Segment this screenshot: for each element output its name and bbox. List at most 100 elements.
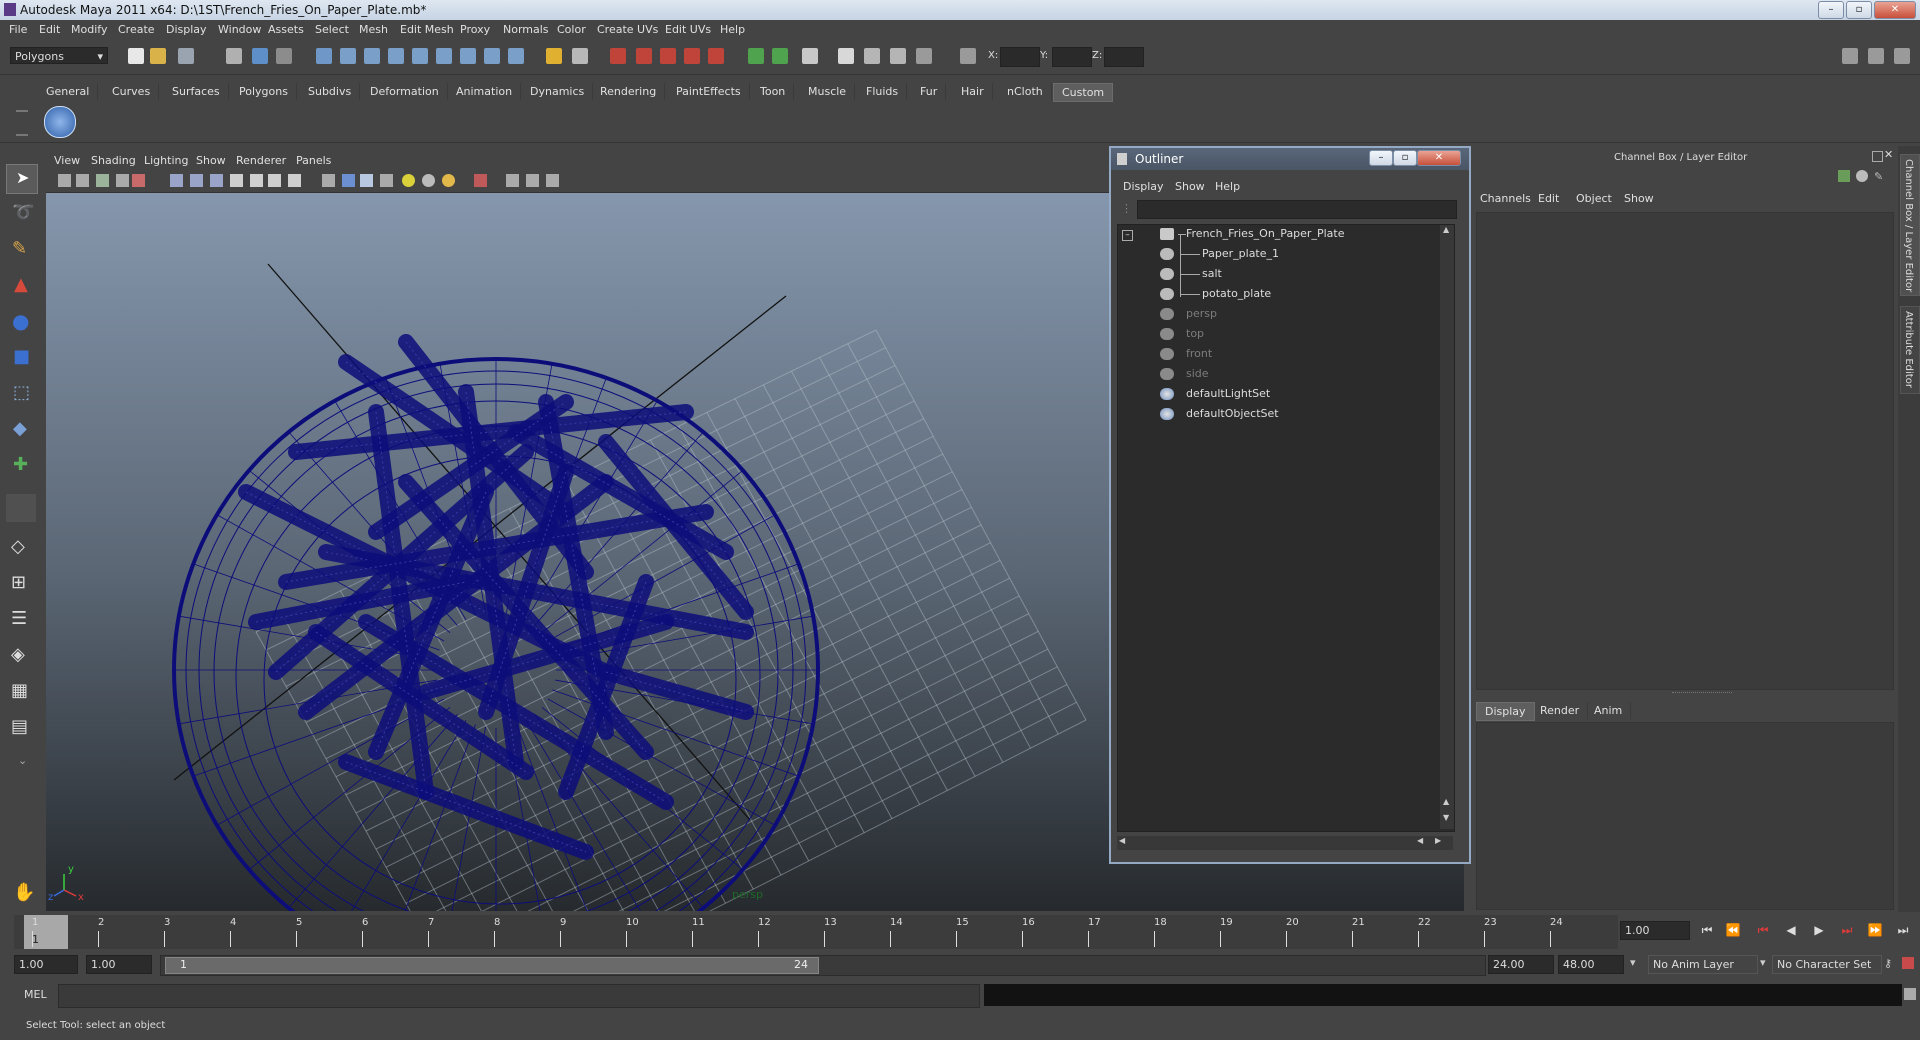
select-by-component-icon[interactable]: [276, 48, 292, 64]
select-rendering-icon[interactable]: [484, 48, 500, 64]
close-button[interactable]: ✕: [1874, 1, 1916, 19]
shelf-tab-curves[interactable]: Curves: [104, 83, 160, 100]
layer-tab-anim[interactable]: Anim: [1586, 702, 1632, 719]
collapse-toggle[interactable]: –: [1122, 225, 1136, 243]
scroll-down-icon[interactable]: ▼: [1443, 813, 1449, 822]
checker-icon[interactable]: [380, 174, 393, 187]
snap-curve-icon[interactable]: [636, 48, 652, 64]
snap-grid-icon[interactable]: [610, 48, 626, 64]
show-channel-box-icon[interactable]: [1894, 48, 1910, 64]
time-slider[interactable]: 1 1 2 3 4 5 6 7 8 9 10 11 12 13 14 15 16 17 18 19 20 21 22 23 2…: [0, 913, 1920, 951]
shelf-tab-muscle[interactable]: Muscle: [800, 83, 856, 100]
shelf-tab-general[interactable]: General: [38, 83, 99, 100]
show-menu[interactable]: Show: [1624, 192, 1654, 205]
play-forwards-icon[interactable]: ▶: [1810, 921, 1828, 939]
select-tool-icon[interactable]: ➤: [6, 164, 38, 194]
select-surface-icon[interactable]: [412, 48, 428, 64]
character-set-dropdown[interactable]: No Character Set: [1772, 955, 1882, 974]
shelf-tab-fur[interactable]: Fur: [912, 83, 947, 100]
outliner-item[interactable]: persp: [1160, 305, 1448, 323]
hud-icon[interactable]: [474, 174, 487, 187]
x-field[interactable]: [1000, 47, 1040, 67]
make-live-icon[interactable]: [708, 48, 724, 64]
go-to-start-icon[interactable]: ⏮: [1698, 921, 1716, 939]
panel-splitter[interactable]: [1672, 692, 1732, 696]
outliner-item[interactable]: salt: [1160, 265, 1448, 283]
outliner-menu-help[interactable]: Help: [1215, 180, 1240, 193]
render-view-icon[interactable]: [802, 48, 818, 64]
step-back-key-icon[interactable]: ⏮: [1754, 921, 1772, 939]
menu-mesh[interactable]: Mesh: [359, 23, 388, 36]
layer-tab-display[interactable]: Display: [1476, 702, 1535, 721]
checkmark-shelf-icon[interactable]: [44, 106, 76, 138]
select-misc-icon[interactable]: [508, 48, 524, 64]
snap-point-icon[interactable]: [660, 48, 676, 64]
outliner-item[interactable]: top: [1160, 325, 1448, 343]
current-time-field[interactable]: 1.00: [1620, 921, 1690, 940]
layer-icon[interactable]: [1838, 170, 1850, 182]
outliner-item[interactable]: side: [1160, 365, 1448, 383]
outliner-item[interactable]: French_Fries_On_Paper_Plate: [1160, 225, 1448, 243]
outliner-filter-handle[interactable]: ⋮: [1117, 200, 1133, 218]
shelf-tab-hair[interactable]: Hair: [953, 83, 993, 100]
xray-joints-icon[interactable]: [268, 174, 281, 187]
lasso-tool-icon[interactable]: ➰: [6, 200, 36, 228]
show-attribute-editor-icon[interactable]: [1842, 48, 1858, 64]
render-current-frame-icon[interactable]: [838, 48, 854, 64]
menu-edit-mesh[interactable]: Edit Mesh: [400, 23, 454, 36]
single-perspective-layout-icon[interactable]: ◇: [6, 534, 36, 562]
select-by-hierarchy-icon[interactable]: [226, 48, 242, 64]
show-manipulator-tool-icon[interactable]: ✚: [6, 452, 36, 480]
grid-toggle-icon[interactable]: [116, 174, 129, 187]
time-slider-track[interactable]: 1 1 2 3 4 5 6 7 8 9 10 11 12 13 14 15 16 17 18 19 20 21 22 23 2…: [14, 915, 1618, 949]
graph-persp-layout-icon[interactable]: ◈: [6, 642, 36, 670]
construction-history-icon[interactable]: [772, 48, 788, 64]
input-mode-icon[interactable]: [960, 48, 976, 64]
menu-create-uvs[interactable]: Create UVs: [597, 23, 658, 36]
outliner-maximize-button[interactable]: ▫: [1393, 150, 1417, 166]
vp-menu-panels[interactable]: Panels: [296, 154, 331, 167]
shelf-tab-surfaces[interactable]: Surfaces: [164, 83, 229, 100]
move-tool-icon[interactable]: ▲: [6, 272, 36, 300]
shelf-tab-custom[interactable]: Custom: [1053, 83, 1114, 102]
motion-blur-icon[interactable]: [546, 174, 559, 187]
save-scene-icon[interactable]: [178, 48, 194, 64]
persp-graph-outliner-layout-icon[interactable]: ▤: [6, 714, 36, 742]
outliner-menu-show[interactable]: Show: [1175, 180, 1205, 193]
ipr-render-icon[interactable]: [864, 48, 880, 64]
isolate-select-icon[interactable]: [322, 174, 335, 187]
menu-set-dropdown[interactable]: Polygons ▾: [10, 47, 108, 64]
shelf-tab-fluids[interactable]: Fluids: [858, 83, 908, 100]
select-dynamics-icon[interactable]: [460, 48, 476, 64]
vp-menu-renderer[interactable]: Renderer: [236, 154, 286, 167]
channel-list[interactable]: [1476, 212, 1894, 690]
outliner-vertical-scrollbar[interactable]: ▲ ▲ ▼: [1440, 225, 1454, 829]
outliner-item[interactable]: front: [1160, 345, 1448, 363]
minimize-button[interactable]: –: [1818, 1, 1844, 19]
command-input[interactable]: [58, 984, 980, 1008]
scroll-right-icon[interactable]: ▶: [1435, 836, 1441, 845]
mask-icon[interactable]: [316, 48, 332, 64]
manipulator-tool-icon[interactable]: ⬚: [6, 380, 36, 408]
edit-icon[interactable]: ✎: [1874, 170, 1883, 183]
shelf-tab-dynamics[interactable]: Dynamics: [522, 83, 594, 100]
menu-edit-uvs[interactable]: Edit UVs: [665, 23, 711, 36]
history-icon[interactable]: [748, 48, 764, 64]
new-scene-icon[interactable]: [128, 48, 144, 64]
y-field[interactable]: [1052, 47, 1092, 67]
paint-select-tool-icon[interactable]: ✎: [6, 236, 36, 264]
mel-label[interactable]: MEL: [24, 988, 47, 1001]
scroll-left-icon[interactable]: ◀: [1119, 836, 1125, 845]
go-to-end-icon[interactable]: ⏭: [1894, 921, 1912, 939]
hypershade-icon[interactable]: [916, 48, 932, 64]
vp-menu-view[interactable]: View: [54, 154, 80, 167]
backface-culling-icon[interactable]: [342, 174, 355, 187]
key-icon[interactable]: ⚷: [1884, 957, 1892, 970]
wireframe-on-shaded-icon[interactable]: [210, 174, 223, 187]
edit-menu[interactable]: Edit: [1538, 192, 1559, 205]
chevron-down-icon[interactable]: ▾: [1630, 956, 1636, 969]
tool-settings-icon[interactable]: ✋: [6, 880, 36, 908]
render-settings-icon[interactable]: [890, 48, 906, 64]
maximize-button[interactable]: ▫: [1846, 1, 1872, 19]
lock-selection-icon[interactable]: [546, 48, 562, 64]
